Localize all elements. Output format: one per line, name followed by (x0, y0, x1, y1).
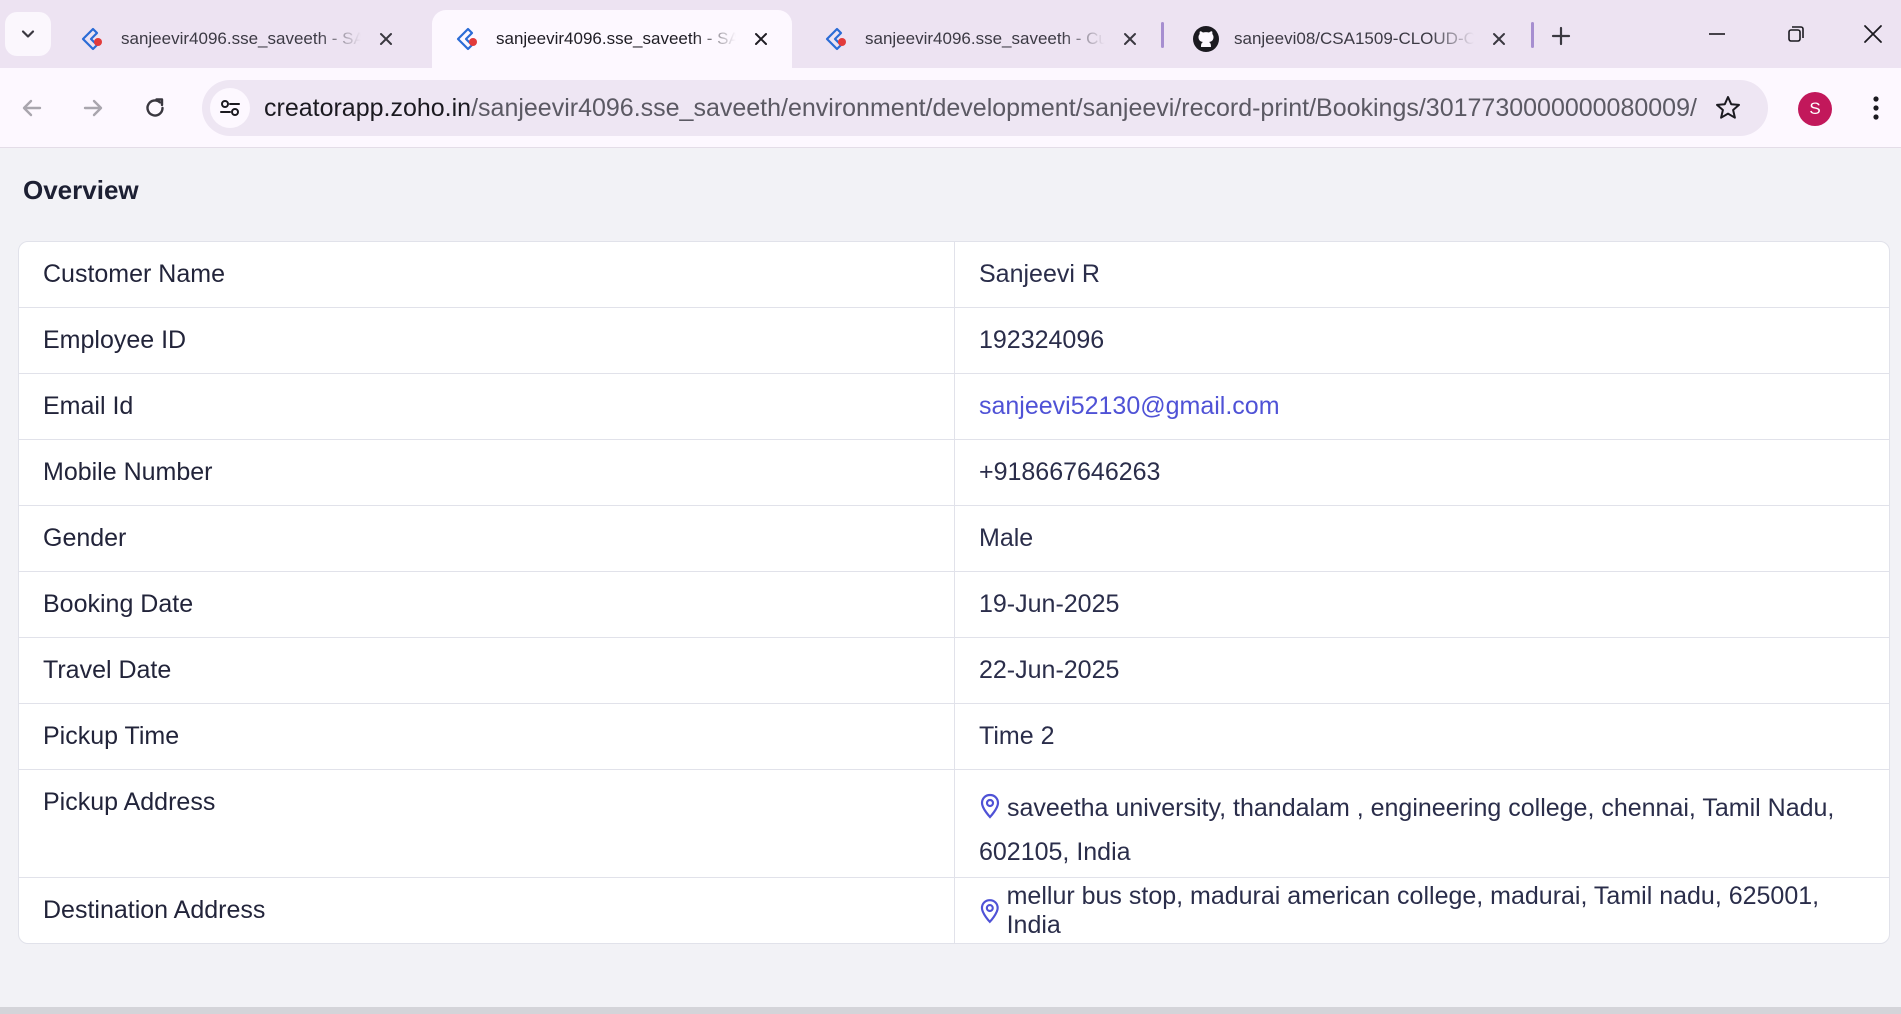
minimize-button[interactable] (1687, 12, 1747, 56)
arrow-right-icon (83, 99, 103, 117)
field-label: Travel Date (19, 638, 955, 703)
restore-button[interactable] (1766, 12, 1826, 56)
table-row: Employee ID 192324096 (19, 308, 1889, 374)
close-icon[interactable] (748, 26, 774, 52)
close-window-button[interactable] (1845, 12, 1901, 56)
address-bar[interactable]: creatorapp.zoho.in/sanjeevir4096.sse_sav… (202, 80, 1768, 136)
tab-4[interactable]: sanjeevi08/CSA1509-CLOUD-COMPUTING (1170, 10, 1530, 68)
pickup-address-text: saveetha university, thandalam , enginee… (979, 794, 1835, 866)
close-icon (1864, 25, 1882, 43)
table-row: Mobile Number +918667646263 (19, 440, 1889, 506)
table-row: Booking Date 19-Jun-2025 (19, 572, 1889, 638)
browser-menu-button[interactable] (1858, 88, 1894, 128)
field-label: Pickup Time (19, 704, 955, 769)
address-value: saveetha university, thandalam , enginee… (955, 770, 1889, 877)
new-tab-button[interactable] (1541, 16, 1581, 56)
field-label: Mobile Number (19, 440, 955, 505)
field-value: 19-Jun-2025 (979, 590, 1120, 618)
table-row: Email Id sanjeevi52130@gmail.com (19, 374, 1889, 440)
page-content: Overview Customer Name Sanjeevi R Employ… (0, 149, 1901, 1007)
field-value: Male (979, 524, 1034, 552)
reload-icon (146, 98, 164, 117)
zoho-creator-icon (79, 25, 107, 53)
table-row: Destination Address mellur bus stop, mad… (19, 878, 1889, 943)
table-row: Pickup Time Time 2 (19, 704, 1889, 770)
table-row: Travel Date 22-Jun-2025 (19, 638, 1889, 704)
reload-button[interactable] (135, 88, 175, 128)
record-table: Customer Name Sanjeevi R Employee ID 192… (18, 241, 1890, 944)
forward-button[interactable] (73, 88, 113, 128)
table-row: Gender Male (19, 506, 1889, 572)
minimize-icon (1709, 33, 1725, 35)
tab-title: sanjeevi08/CSA1509-CLOUD-COMPUTING (1234, 29, 1474, 48)
field-label: Email Id (19, 374, 955, 439)
back-button[interactable] (12, 88, 52, 128)
chevron-down-icon (21, 30, 35, 38)
tab-separator (1531, 22, 1534, 48)
field-value: Time 2 (979, 722, 1055, 750)
more-vert-icon (1873, 96, 1879, 120)
field-label: Pickup Address (19, 770, 955, 877)
tab-title: sanjeevir4096.sse_saveeth - SANJEEVI (496, 29, 736, 48)
url-text[interactable]: creatorapp.zoho.in/sanjeevir4096.sse_sav… (264, 80, 1697, 136)
arrow-left-icon (22, 99, 42, 117)
zoho-creator-icon (454, 25, 482, 53)
tab-separator (1161, 22, 1164, 48)
field-label: Gender (19, 506, 955, 571)
window-bottom-border (0, 1007, 1901, 1014)
field-label: Employee ID (19, 308, 955, 373)
tab-3[interactable]: sanjeevir4096.sse_saveeth - Customer (801, 10, 1161, 68)
url-path: /sanjeevir4096.sse_saveeth/environment/d… (471, 94, 1697, 122)
tab-2[interactable]: sanjeevir4096.sse_saveeth - SANJEEVI (432, 10, 792, 68)
field-value: 22-Jun-2025 (979, 656, 1120, 684)
url-host: creatorapp.zoho.in (264, 94, 472, 122)
destination-address-text: mellur bus stop, madurai american colleg… (1006, 881, 1820, 939)
tab-search-button[interactable] (5, 12, 51, 56)
plus-icon (1551, 26, 1571, 46)
field-label: Customer Name (19, 242, 955, 307)
close-icon[interactable] (1486, 26, 1512, 52)
location-pin-icon[interactable] (979, 898, 1001, 924)
page-title: Overview (23, 175, 139, 205)
table-row: Pickup Address saveetha university, than… (19, 770, 1889, 878)
close-icon[interactable] (1117, 26, 1143, 52)
tune-icon (220, 100, 240, 116)
table-row: Customer Name Sanjeevi R (19, 242, 1889, 308)
zoho-creator-icon (823, 25, 851, 53)
email-link[interactable]: sanjeevi52130@gmail.com (955, 374, 1889, 439)
tab-1[interactable]: sanjeevir4096.sse_saveeth - SANJEEVI (57, 10, 417, 68)
field-label: Destination Address (19, 878, 955, 943)
profile-avatar[interactable]: S (1798, 92, 1832, 126)
location-pin-icon[interactable] (979, 793, 1001, 819)
field-value: +918667646263 (979, 458, 1161, 486)
github-icon (1192, 25, 1220, 53)
field-value: Sanjeevi R (979, 260, 1100, 288)
address-value: mellur bus stop, madurai american colleg… (955, 878, 1889, 943)
tab-title: sanjeevir4096.sse_saveeth - Customer (865, 29, 1105, 48)
field-label: Booking Date (19, 572, 955, 637)
tab-title: sanjeevir4096.sse_saveeth - SANJEEVI (121, 29, 361, 48)
restore-icon (1788, 26, 1804, 42)
browser-toolbar: creatorapp.zoho.in/sanjeevir4096.sse_sav… (0, 68, 1901, 148)
bookmark-button[interactable] (1712, 92, 1744, 124)
site-info-button[interactable] (210, 88, 250, 128)
field-value: 192324096 (979, 326, 1105, 354)
close-icon[interactable] (373, 26, 399, 52)
tab-strip: sanjeevir4096.sse_saveeth - SANJEEVI san… (0, 0, 1901, 68)
star-icon (1716, 96, 1740, 119)
